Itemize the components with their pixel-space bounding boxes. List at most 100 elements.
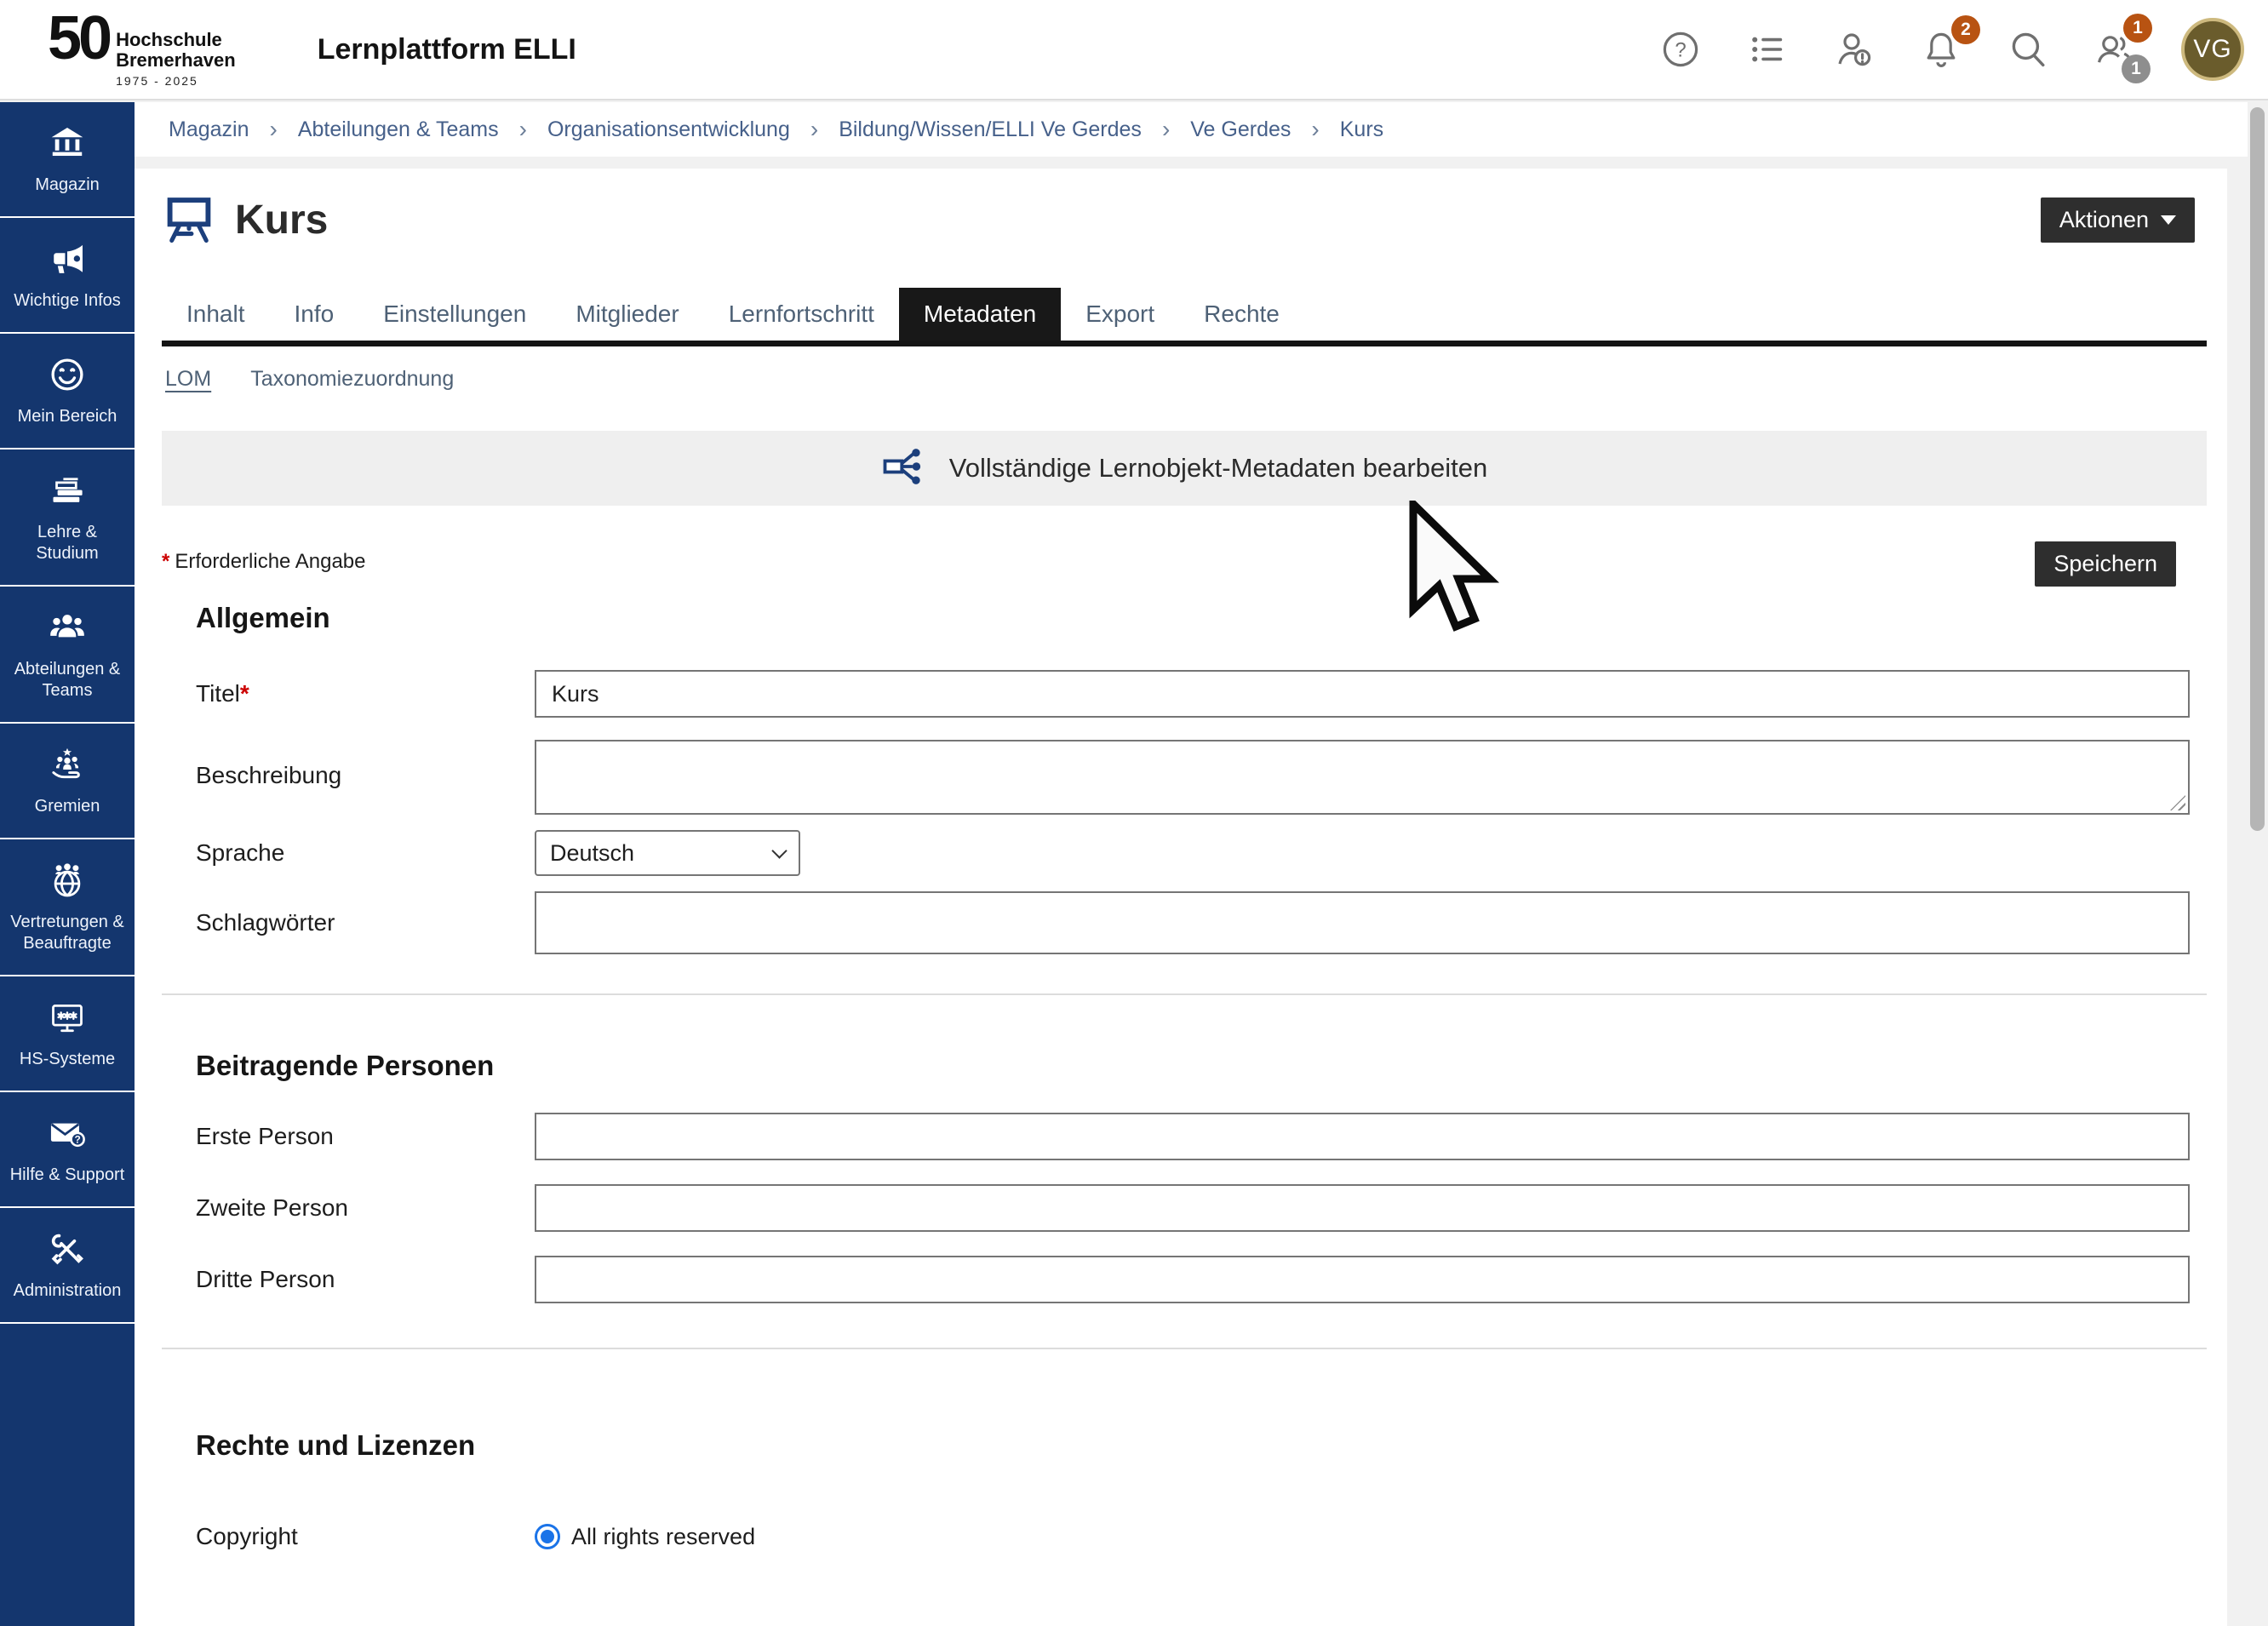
sidebar-item-label: Hilfe & Support <box>10 1165 125 1186</box>
globe-people-icon <box>49 862 86 903</box>
tab-bar: Inhalt Info Einstellungen Mitglieder Ler… <box>162 288 2207 346</box>
chevron-down-icon <box>771 843 787 858</box>
metadata-hub-icon <box>881 444 927 494</box>
erste-person-input[interactable] <box>535 1113 2190 1160</box>
help-icon[interactable]: ? <box>1660 29 1701 70</box>
top-header: 50 Hochschule Bremerhaven 1975 - 2025 Le… <box>0 0 2268 100</box>
save-button[interactable]: Speichern <box>2035 541 2176 587</box>
copyright-label: Copyright <box>196 1523 535 1550</box>
copyright-radio-row: All rights reserved <box>535 1524 2190 1550</box>
edit-full-metadata-label: Vollständige Lernobjekt-Metadaten bearbe… <box>949 453 1488 484</box>
required-asterisk: * <box>162 550 175 573</box>
content-card: Kurs Aktionen Inhalt Info Einstellungen … <box>135 169 2227 1626</box>
bank-icon <box>49 124 86 166</box>
chevron-down-icon <box>2161 215 2176 225</box>
dritte-person-label: Dritte Person <box>196 1266 535 1293</box>
sidebar-item-administration[interactable]: Administration <box>0 1208 135 1324</box>
university-logo[interactable]: 50 Hochschule Bremerhaven 1975 - 2025 <box>48 11 236 88</box>
sidebar-item-mein-bereich[interactable]: Mein Bereich <box>0 334 135 449</box>
people-group-icon <box>49 609 86 650</box>
form-row-schlagwoerter: Schlagwörter <box>196 891 2190 954</box>
page-title-row: Kurs Aktionen <box>162 192 2207 247</box>
sidebar-item-vertretungen[interactable]: Vertretungen & Beauftragte <box>0 839 135 976</box>
breadcrumb-item-abteilungen[interactable]: Abteilungen & Teams <box>298 117 499 142</box>
sidebar-item-label: Administration <box>14 1280 122 1302</box>
subtab-lom[interactable]: LOM <box>165 367 211 392</box>
breadcrumb-item-ve-gerdes[interactable]: Ve Gerdes <box>1190 117 1291 142</box>
form-row-sprache: Sprache Deutsch <box>196 830 2190 876</box>
dritte-person-input[interactable] <box>535 1256 2190 1303</box>
actions-button[interactable]: Aktionen <box>2041 198 2195 243</box>
breadcrumb-separator: › <box>1311 116 1319 143</box>
sidebar-item-label: Vertretungen & Beauftragte <box>6 912 129 954</box>
form-header-row: *Erforderliche Angabe Speichern <box>162 541 2207 587</box>
actions-button-label: Aktionen <box>2059 207 2149 233</box>
main-area: Magazin › Abteilungen & Teams › Organisa… <box>135 102 2248 1626</box>
form-row-titel: Titel* <box>196 670 2190 718</box>
sidebar-item-label: Mein Bereich <box>18 406 117 427</box>
sidebar-item-gremien[interactable]: Gremien <box>0 724 135 839</box>
breadcrumb-item-magazin[interactable]: Magazin <box>169 117 249 142</box>
subtab-taxonomiezuordnung[interactable]: Taxonomiezuordnung <box>250 367 454 392</box>
notifications-badge: 2 <box>1951 15 1980 44</box>
zweite-person-input[interactable] <box>535 1184 2190 1232</box>
scrollbar-track[interactable] <box>2248 100 2268 1626</box>
breadcrumb-separator: › <box>810 116 818 143</box>
tab-metadaten[interactable]: Metadaten <box>899 288 1061 341</box>
form-row-copyright: Copyright All rights reserved <box>196 1523 2190 1550</box>
sidebar: Magazin Wichtige Infos Mein <box>0 102 135 1626</box>
todo-list-icon[interactable] <box>1747 29 1788 70</box>
user-status-icon[interactable] <box>1834 29 1875 70</box>
tab-rechte[interactable]: Rechte <box>1179 288 1304 341</box>
sidebar-item-label: Gremien <box>35 796 100 817</box>
required-hint: *Erforderliche Angabe <box>162 541 366 574</box>
notifications-bell-icon[interactable]: 2 <box>1921 29 1962 70</box>
section-divider <box>162 1348 2207 1349</box>
page-title: Kurs <box>235 197 328 243</box>
scrollbar-thumb[interactable] <box>2250 107 2265 831</box>
tools-icon <box>49 1230 86 1272</box>
copyright-radio-label: All rights reserved <box>571 1524 755 1550</box>
tab-lernfortschritt[interactable]: Lernfortschritt <box>704 288 899 341</box>
tab-inhalt[interactable]: Inhalt <box>162 288 270 341</box>
smiley-icon <box>49 356 86 398</box>
edit-full-metadata-bar[interactable]: Vollständige Lernobjekt-Metadaten bearbe… <box>162 431 2207 506</box>
course-easel-icon <box>162 192 216 247</box>
books-icon <box>49 472 86 513</box>
sidebar-item-wichtige-infos[interactable]: Wichtige Infos <box>0 218 135 334</box>
sidebar-item-hs-systeme[interactable]: HS-Systeme <box>0 976 135 1092</box>
sidebar-item-label: Wichtige Infos <box>14 290 121 312</box>
mail-help-icon: ? <box>49 1114 86 1156</box>
breadcrumb-separator: › <box>519 116 527 143</box>
tab-mitglieder[interactable]: Mitglieder <box>551 288 703 341</box>
search-icon[interactable] <box>2007 29 2048 70</box>
schlagwoerter-input[interactable] <box>535 891 2190 954</box>
svg-text:?: ? <box>1675 38 1686 61</box>
breadcrumb-item-kurs[interactable]: Kurs <box>1340 117 1383 142</box>
sidebar-item-hilfe-support[interactable]: ? Hilfe & Support <box>0 1092 135 1208</box>
beschreibung-textarea[interactable] <box>535 740 2190 815</box>
contacts-icon[interactable]: 1 1 <box>2094 29 2135 70</box>
form-row-erste-person: Erste Person <box>196 1113 2190 1160</box>
avatar[interactable]: VG <box>2181 18 2244 81</box>
committee-icon <box>49 746 86 787</box>
sprache-label: Sprache <box>196 839 535 867</box>
app-title: Lernplattform ELLI <box>318 33 576 66</box>
required-hint-text: Erforderliche Angabe <box>175 550 365 573</box>
tab-export[interactable]: Export <box>1061 288 1179 341</box>
sidebar-item-abteilungen-teams[interactable]: Abteilungen & Teams <box>0 587 135 724</box>
titel-input[interactable] <box>535 670 2190 718</box>
breadcrumb-item-bildung-wissen[interactable]: Bildung/Wissen/ELLI Ve Gerdes <box>839 117 1142 142</box>
sidebar-item-lehre-studium[interactable]: Lehre & Studium <box>0 449 135 587</box>
copyright-radio-selected[interactable] <box>535 1524 560 1549</box>
monitor-icon <box>49 999 86 1040</box>
breadcrumb-item-organisationsentwicklung[interactable]: Organisationsentwicklung <box>547 117 790 142</box>
tab-info[interactable]: Info <box>270 288 359 341</box>
tab-einstellungen[interactable]: Einstellungen <box>358 288 551 341</box>
sidebar-item-label: HS-Systeme <box>20 1049 115 1070</box>
sprache-select[interactable]: Deutsch <box>535 830 800 876</box>
form-row-zweite-person: Zweite Person <box>196 1184 2190 1232</box>
contacts-badge-total: 1 <box>2122 54 2151 83</box>
sidebar-item-magazin[interactable]: Magazin <box>0 102 135 218</box>
section-heading-beitragende: Beitragende Personen <box>196 1050 2207 1082</box>
